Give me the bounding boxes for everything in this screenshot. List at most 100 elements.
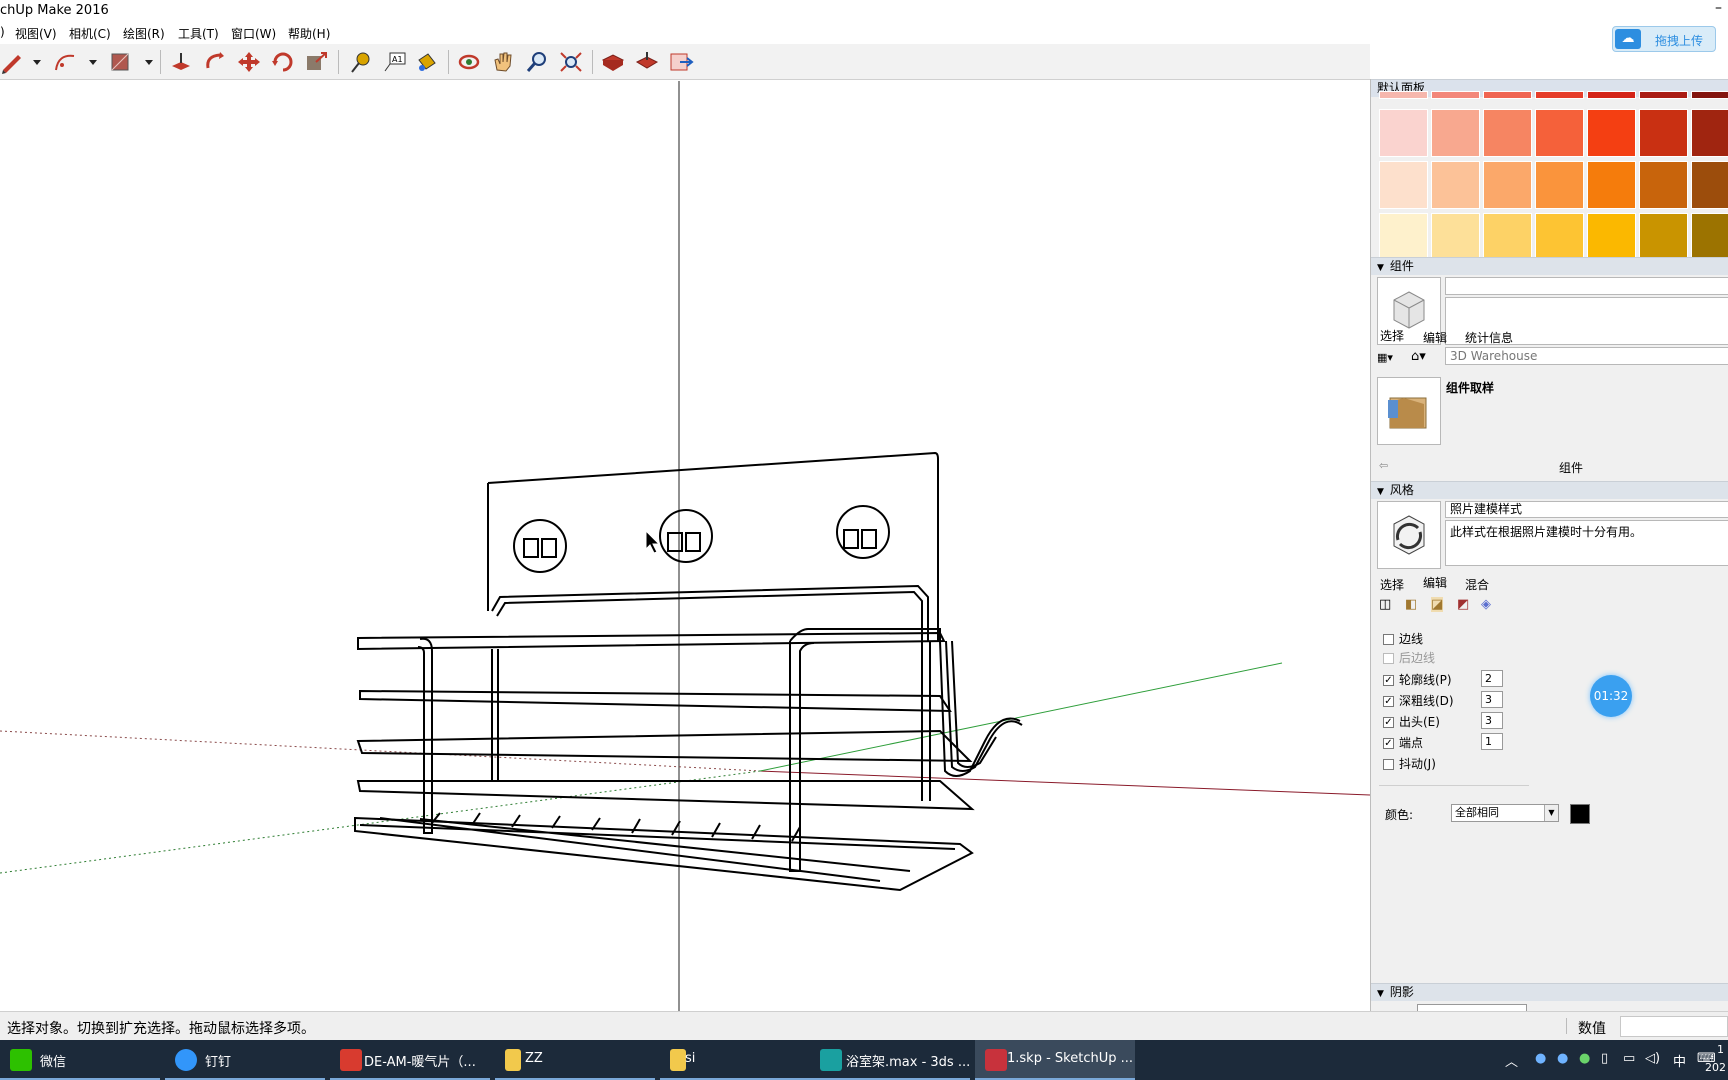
checkbox-profiles[interactable]: ✓ [1383, 675, 1394, 686]
checkbox-depth-cue[interactable]: ✓ [1383, 696, 1394, 707]
taskbar-dingtalk[interactable]: 钉钉 [165, 1040, 325, 1080]
styles-panel-header[interactable]: ▼ 风格 [1371, 481, 1728, 499]
warehouse-share-icon[interactable] [634, 50, 660, 74]
endpoints-length-input[interactable]: 1 [1481, 733, 1503, 750]
material-swatch[interactable] [1379, 109, 1428, 157]
background-settings-icon[interactable]: ◪ [1431, 597, 1444, 612]
tray-volume-icon[interactable]: ◁) [1645, 1051, 1660, 1066]
zoom-extents-icon[interactable] [558, 50, 584, 74]
tray-app-icon[interactable]: ● [1535, 1051, 1546, 1066]
edge-settings-icon[interactable]: ◫ [1379, 597, 1391, 612]
extension-icon[interactable] [668, 50, 694, 74]
move-icon[interactable] [236, 50, 262, 74]
material-swatch[interactable] [1431, 91, 1480, 99]
clock-time[interactable]: 1 [1717, 1043, 1724, 1056]
tape-measure-icon[interactable] [348, 50, 374, 74]
option-depth-cue[interactable]: ✓ 深粗线(D) [1383, 692, 1454, 709]
material-swatch[interactable] [1535, 213, 1584, 261]
rotate-icon[interactable] [270, 50, 296, 74]
material-swatch[interactable] [1587, 109, 1636, 157]
tray-network-icon[interactable]: ▭ [1623, 1051, 1635, 1066]
option-jitter[interactable]: 抖动(J) [1383, 755, 1436, 772]
view-options-icon[interactable]: ▦▾ [1377, 351, 1393, 364]
material-swatch[interactable] [1483, 213, 1532, 261]
minimize-button[interactable]: – [1715, 0, 1722, 16]
taskbar-browser[interactable]: DE-AM-暖气片（... [330, 1040, 490, 1080]
option-back-edges[interactable]: 后边线 [1383, 649, 1435, 666]
edge-color-select[interactable]: 全部相同 ▼ [1451, 804, 1559, 822]
component-collection-thumb[interactable] [1377, 377, 1441, 445]
material-swatch[interactable] [1379, 91, 1428, 99]
material-swatch[interactable] [1691, 91, 1728, 99]
watermark-settings-icon[interactable]: ◩ [1457, 597, 1469, 612]
tab-component-edit[interactable]: 编辑 [1423, 329, 1447, 346]
material-swatch[interactable] [1535, 91, 1584, 99]
checkbox-edges[interactable] [1383, 634, 1394, 645]
scale-icon[interactable] [304, 50, 330, 74]
drawing-viewport[interactable] [0, 81, 1370, 1011]
checkbox-extension[interactable]: ✓ [1383, 717, 1394, 728]
face-settings-icon[interactable]: ◧ [1405, 597, 1417, 612]
taskbar-sketchup[interactable]: 1.skp - SketchUp ... [975, 1040, 1135, 1080]
material-swatch[interactable] [1691, 213, 1728, 261]
orbit-icon[interactable] [456, 50, 482, 74]
tab-style-edit[interactable]: 编辑 [1423, 574, 1447, 591]
option-profiles[interactable]: ✓ 轮廓线(P) [1383, 671, 1452, 688]
tray-dingtalk-icon[interactable]: ● [1557, 1051, 1568, 1066]
tray-ime-label[interactable]: 中 [1673, 1051, 1686, 1070]
recording-timer[interactable]: 01:32 [1590, 675, 1632, 717]
warehouse-search-input[interactable]: 3D Warehouse [1445, 347, 1728, 365]
back-arrow-icon[interactable]: ⇦ [1379, 459, 1388, 472]
material-swatch[interactable] [1483, 161, 1532, 209]
material-swatch[interactable] [1691, 161, 1728, 209]
push-pull-icon[interactable] [168, 50, 194, 74]
follow-me-icon[interactable] [202, 50, 228, 74]
pencil-icon[interactable] [0, 50, 26, 74]
edge-color-swatch[interactable] [1570, 804, 1590, 824]
material-swatch[interactable] [1639, 213, 1688, 261]
dropdown-arrow-icon[interactable] [136, 50, 153, 74]
tray-wechat-icon[interactable]: ● [1579, 1051, 1590, 1066]
taskbar-folder-si[interactable]: si [660, 1040, 820, 1080]
menu-help[interactable]: 帮助(H) [288, 25, 330, 42]
checkbox-back-edges[interactable] [1383, 653, 1394, 664]
taskbar-3dsmax[interactable]: 浴室架.max - 3ds ... [810, 1040, 970, 1080]
style-description-field[interactable]: 此样式在根据照片建模时十分有用。 [1445, 520, 1728, 566]
tab-component-statistics[interactable]: 统计信息 [1465, 329, 1513, 346]
home-icon[interactable]: ⌂▾ [1411, 349, 1426, 364]
material-swatch[interactable] [1431, 213, 1480, 261]
material-swatch[interactable] [1535, 161, 1584, 209]
taskbar-wechat[interactable]: 微信 [0, 1040, 160, 1080]
material-swatch[interactable] [1587, 161, 1636, 209]
material-swatch[interactable] [1483, 109, 1532, 157]
material-swatch[interactable] [1639, 161, 1688, 209]
paint-bucket-icon[interactable] [414, 50, 440, 74]
material-swatch[interactable] [1587, 91, 1636, 99]
material-swatch[interactable] [1691, 109, 1728, 157]
cloud-upload-button[interactable]: ☁ 拖拽上传 [1612, 26, 1716, 52]
material-swatch[interactable] [1379, 213, 1428, 261]
material-swatch[interactable] [1535, 109, 1584, 157]
modeling-settings-icon[interactable]: ◈ [1481, 597, 1491, 612]
checkbox-jitter[interactable] [1383, 759, 1394, 770]
material-swatch[interactable] [1431, 109, 1480, 157]
tab-style-mix[interactable]: 混合 [1465, 576, 1489, 593]
option-extension[interactable]: ✓ 出头(E) [1383, 713, 1440, 730]
checkbox-endpoints[interactable]: ✓ [1383, 738, 1394, 749]
menu-window[interactable]: 窗口(W) [231, 25, 276, 42]
material-swatch[interactable] [1431, 161, 1480, 209]
option-endpoints[interactable]: ✓ 端点 [1383, 734, 1423, 751]
menu-tools[interactable]: 工具(T) [178, 25, 219, 42]
menu-view[interactable]: 视图(V) [15, 25, 57, 42]
menu-draw[interactable]: 绘图(R) [123, 25, 165, 42]
profiles-width-input[interactable]: 2 [1481, 670, 1503, 687]
material-swatch[interactable] [1587, 213, 1636, 261]
dropdown-arrow-icon[interactable] [80, 50, 97, 74]
material-swatch[interactable] [1483, 91, 1532, 99]
option-edges[interactable]: 边线 [1383, 630, 1423, 647]
clock-date[interactable]: 202 [1705, 1061, 1726, 1074]
material-swatch[interactable] [1379, 161, 1428, 209]
shadow-time-field[interactable] [1417, 1004, 1527, 1011]
arc-icon[interactable] [52, 50, 78, 74]
tray-expand-icon[interactable]: ︿ [1505, 1051, 1518, 1070]
